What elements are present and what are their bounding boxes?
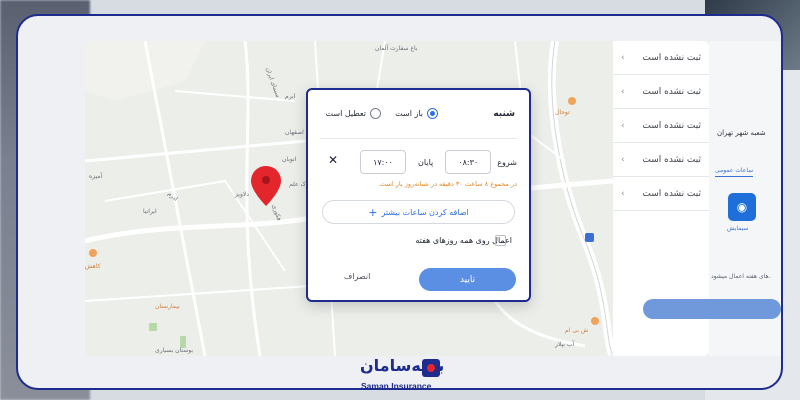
poi-label: توحال xyxy=(555,109,570,116)
side-item-label: ثبت نشده است xyxy=(642,86,701,97)
day-label: شنبه xyxy=(493,109,515,119)
map-label: باغ سفارت آلمان xyxy=(375,45,418,52)
radio-open-control[interactable] xyxy=(427,108,438,119)
poi-label: بیمارستان xyxy=(155,303,180,310)
poi-label: کاهش xyxy=(85,263,101,270)
plus-icon: + xyxy=(368,205,378,219)
side-item[interactable]: ‹ ثبت نشده است xyxy=(613,41,709,75)
poi-marker[interactable] xyxy=(568,97,576,105)
map-label: ایرم xyxy=(285,93,296,100)
cancel-button[interactable]: انصراف xyxy=(344,272,370,281)
app-tile-icon[interactable]: ◉ xyxy=(728,193,756,221)
logo-mark-icon xyxy=(422,359,440,377)
logo-text-en: Saman Insurance xyxy=(361,381,432,391)
add-more-hours-label: اضافه کردن ساعات بیشتر xyxy=(381,207,469,217)
side-item[interactable]: ‹ ثبت نشده است xyxy=(613,75,709,109)
divider xyxy=(320,138,517,139)
poi-label: ش بی ام xyxy=(565,327,589,334)
side-item[interactable]: ‹ ثبت نشده است xyxy=(613,109,709,143)
radio-closed[interactable]: تعطیل است xyxy=(326,108,381,119)
side-item-label: ثبت نشده است xyxy=(642,52,701,63)
hours-edit-modal: شنبه باز است تعطیل است شروع ۰۸:۳۰ پایان … xyxy=(306,88,531,302)
metro-icon[interactable] xyxy=(585,233,594,242)
poi-marker[interactable] xyxy=(591,317,599,325)
time-range-row: شروع ۰۸:۳۰ پایان ۱۷:۰۰ xyxy=(360,150,517,174)
confirm-button[interactable]: تایید xyxy=(419,268,516,291)
tab-general-hours[interactable]: ساعات عمومی xyxy=(715,167,754,177)
side-item[interactable]: ‹ ثبت نشده است xyxy=(613,177,709,211)
map-label: اتوبان xyxy=(282,156,297,163)
chevron-left-icon: ‹ xyxy=(621,120,625,131)
side-item[interactable]: ‹ ثبت نشده است xyxy=(613,143,709,177)
radio-open-label: باز است xyxy=(395,109,423,118)
map-label: آب بپلار xyxy=(555,341,575,348)
map-label: اصفهان xyxy=(285,129,304,136)
radio-open[interactable]: باز است xyxy=(395,108,438,119)
side-item-label: ثبت نشده است xyxy=(642,154,701,165)
saman-insurance-logo: بیمه‌سامان Saman Insurance xyxy=(358,356,444,396)
map-label: بوستان بسیاری xyxy=(155,347,194,354)
chevron-left-icon: ‹ xyxy=(621,188,625,199)
map-label: دلاویز xyxy=(235,191,249,198)
side-item-label: ثبت نشده است xyxy=(642,120,701,131)
branch-title: شعبه شهر تهران xyxy=(717,129,766,137)
chevron-left-icon: ‹ xyxy=(621,154,625,165)
end-label: پایان xyxy=(418,157,434,167)
app-tile-label: سیمایش xyxy=(727,225,749,232)
add-more-hours-button[interactable]: اضافه کردن ساعات بیشتر + xyxy=(322,200,515,224)
radio-closed-control[interactable] xyxy=(370,108,381,119)
right-info-strip: شعبه شهر تهران ساعات عمومی ◉ سیمایش های … xyxy=(643,41,781,356)
background-primary-button[interactable] xyxy=(643,299,781,319)
radio-closed-label: تعطیل است xyxy=(325,109,366,118)
remove-range-icon[interactable]: ✕ xyxy=(328,153,338,167)
side-item-label: ثبت نشده است xyxy=(642,188,701,199)
map-label: ایرانیا xyxy=(143,208,157,215)
chevron-left-icon: ‹ xyxy=(621,86,625,97)
apply-all-checkbox[interactable] xyxy=(495,235,506,246)
total-hours-warning: در مجموع ۸ ساعت ۳۰ دقیقه در شبانه‌روز با… xyxy=(378,180,517,188)
start-label: شروع xyxy=(497,157,517,167)
apply-note: های هفته اعمال میشود. xyxy=(711,273,771,280)
end-time-input[interactable]: ۱۷:۰۰ xyxy=(360,150,407,174)
start-time-input[interactable]: ۰۸:۳۰ xyxy=(445,150,492,174)
map-label: آمیزه xyxy=(89,173,103,180)
poi-marker[interactable] xyxy=(89,249,97,257)
chevron-left-icon: ‹ xyxy=(621,52,625,63)
